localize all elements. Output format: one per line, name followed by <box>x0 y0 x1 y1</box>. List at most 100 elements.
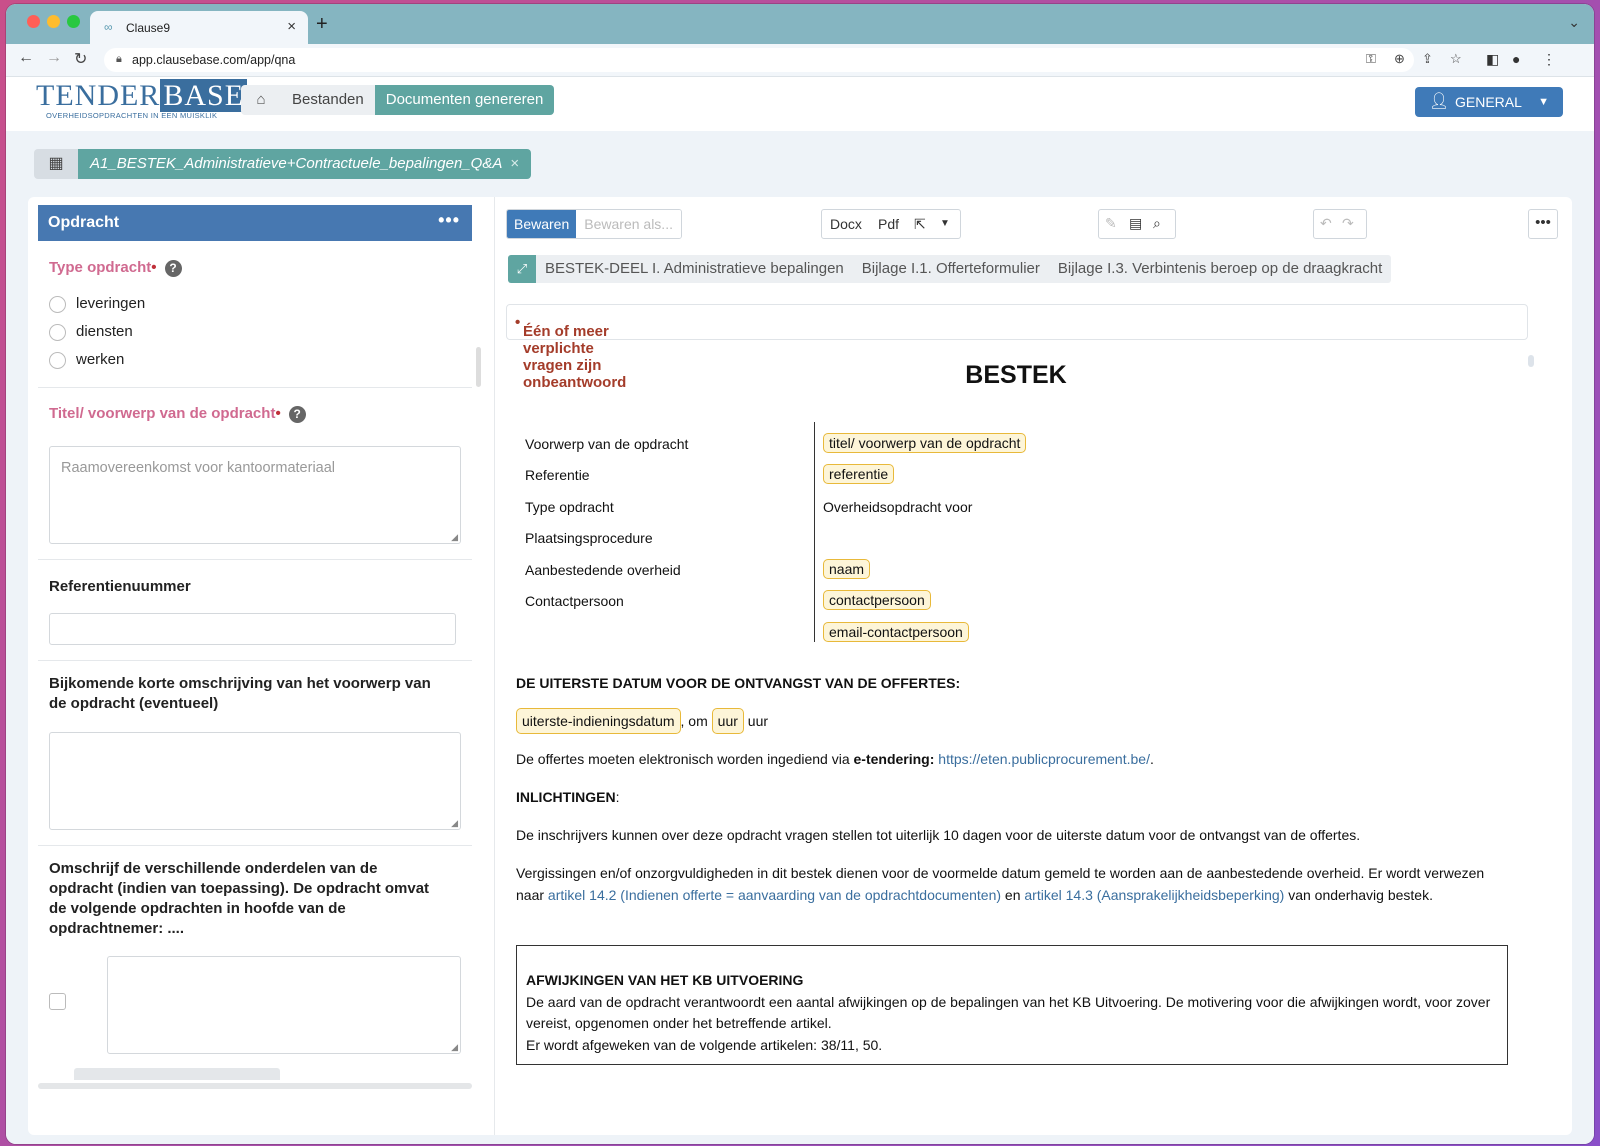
logo[interactable]: TENDER BASE OVERHEIDSOPDRACHTEN IN EEN MU… <box>36 79 248 120</box>
logo-tagline: OVERHEIDSOPDRACHTEN IN EEN MUISKLIK <box>46 111 218 120</box>
resize-handle-icon[interactable]: ◢ <box>451 818 458 829</box>
user-label: GENERAL <box>1455 94 1522 110</box>
url-input[interactable]: 🔒︎ app.clausebase.com/app/qna ⚿ ⊕ ⇪ ☆ <box>104 48 1462 72</box>
document-preview: BESTEK Voorwerp van de opdracht titel/ v… <box>516 347 1526 1127</box>
forward-icon[interactable]: → <box>46 49 62 67</box>
logo-accent: BASE <box>160 79 248 112</box>
maximize-window-button[interactable] <box>67 15 80 28</box>
info-heading: INLICHTINGEN: <box>516 789 620 805</box>
user-menu-button[interactable]: 👤︎ GENERAL ▼ <box>1415 87 1563 117</box>
radio-leveringen[interactable]: leveringen <box>49 295 145 313</box>
radio-werken[interactable]: werken <box>49 351 124 369</box>
part-checkbox[interactable] <box>49 993 66 1010</box>
eraser-icon[interactable]: ✎ <box>1105 215 1117 232</box>
close-tab-icon[interactable]: × <box>287 18 296 35</box>
placeholder-chip[interactable]: contactpersoon <box>823 590 931 610</box>
profile-icon[interactable]: ● <box>1512 51 1520 67</box>
logo-main: TENDER <box>36 79 161 112</box>
menu-icon[interactable]: ⋮ <box>1542 51 1556 68</box>
divider <box>38 845 472 846</box>
help-icon[interactable]: ? <box>164 259 182 277</box>
external-link-icon[interactable]: ⇱ <box>914 216 926 233</box>
radio-diensten[interactable]: diensten <box>49 323 133 341</box>
minimize-window-button[interactable] <box>47 15 60 28</box>
placeholder-chip[interactable]: titel/ voorwerp van de opdracht <box>823 433 1027 453</box>
tab-title: Clause9 <box>126 21 171 35</box>
question-short-desc-label: Bijkomende korte omschrijving van het vo… <box>49 675 431 712</box>
save-as-button[interactable]: Bewaren als... <box>576 210 681 238</box>
docx-button[interactable]: Docx <box>830 216 862 232</box>
back-icon[interactable]: ← <box>18 49 34 67</box>
resize-handle-icon[interactable]: ◢ <box>451 1042 458 1053</box>
home-icon[interactable]: ⌂ <box>241 85 281 115</box>
sidebar-icon[interactable]: ◧ <box>1486 51 1499 68</box>
chevron-down-icon[interactable]: ⌄ <box>1568 14 1580 31</box>
new-tab-icon[interactable]: + <box>316 13 328 36</box>
row-value: Overheidsopdracht voor <box>823 499 973 515</box>
title-input[interactable]: Raamovereenkomst voor kantoormateriaal ◢ <box>49 446 461 544</box>
document-tab[interactable]: A1_BESTEK_Administratieve+Contractuele_b… <box>78 149 532 179</box>
question-type-label: Type opdracht•? <box>49 259 182 277</box>
pdf-button[interactable]: Pdf <box>878 216 899 232</box>
left-scrollbar[interactable] <box>476 347 481 387</box>
save-button[interactable]: Bewaren <box>507 210 577 238</box>
key-icon[interactable]: ⚿ <box>1366 51 1376 67</box>
submit-paragraph: De offertes moeten elektronisch worden i… <box>516 751 1154 767</box>
placeholder-chip[interactable]: uur <box>711 708 744 734</box>
app: TENDER BASE OVERHEIDSOPDRACHTEN IN EEN MU… <box>6 77 1594 1144</box>
view-tools: ✎ ▤ ⌕ <box>1098 209 1176 239</box>
row-label: Type opdracht <box>525 499 614 515</box>
title-placeholder: Raamovereenkomst voor kantoormateriaal <box>61 460 336 476</box>
deviations-heading: AFWIJKINGEN VAN HET KB UITVOERING <box>526 972 804 988</box>
share-icon[interactable]: ⇪ <box>1422 51 1433 67</box>
section-tab-1[interactable]: BESTEK-DEEL I. Administratieve bepalinge… <box>536 255 853 283</box>
panel-divider <box>494 197 495 1135</box>
placeholder-chip[interactable]: uiterste-indieningsdatum <box>516 708 681 734</box>
star-icon[interactable]: ☆ <box>1450 51 1462 67</box>
part-input[interactable]: ◢ <box>107 956 461 1054</box>
expand-icon[interactable]: ⤢ <box>508 255 536 283</box>
article-link-14-2[interactable]: artikel 14.2 (Indienen offerte = aanvaar… <box>548 887 1001 903</box>
section-tabs: ⤢ BESTEK-DEEL I. Administratieve bepalin… <box>508 255 1392 283</box>
close-document-tab-icon[interactable]: × <box>510 155 519 172</box>
help-icon[interactable]: ? <box>288 405 306 423</box>
section-tab-3[interactable]: Bijlage I.3. Verbintenis beroep op de dr… <box>1049 255 1391 283</box>
row-label: Contactpersoon <box>525 593 624 609</box>
nav-generate-documents[interactable]: Documenten genereren <box>374 85 555 115</box>
placeholder-chip[interactable]: email-contactpersoon <box>823 622 969 642</box>
horizontal-scrollbar[interactable] <box>38 1083 472 1089</box>
deadline-line: uiterste-indieningsdatum, om uur uur <box>516 708 1506 734</box>
reload-icon[interactable]: ↻ <box>74 49 87 69</box>
document-scrollbar[interactable] <box>1528 355 1534 367</box>
resize-handle-icon[interactable]: ◢ <box>451 532 458 543</box>
placeholder-chip[interactable]: referentie <box>823 464 895 484</box>
questionnaire-panel: Opdracht ••• Type opdracht•? leveringen … <box>38 205 472 1085</box>
row-label: Plaatsingsprocedure <box>525 530 653 546</box>
deadline-heading: DE UITERSTE DATUM VOOR DE ONTVANGST VAN … <box>516 675 961 691</box>
article-link-14-3[interactable]: artikel 14.3 (Aansprakelijkheidsbeperkin… <box>1024 887 1284 903</box>
partial-button[interactable] <box>74 1068 280 1080</box>
reference-input[interactable] <box>49 613 456 645</box>
document-more-icon[interactable]: ••• <box>1528 209 1558 239</box>
address-bar: ← → ↻ 🔒︎ app.clausebase.com/app/qna ⚿ ⊕ … <box>6 44 1594 77</box>
table-icon[interactable]: ▤ <box>1129 215 1142 232</box>
section-tab-2[interactable]: Bijlage I.1. Offerteformulier <box>853 255 1049 283</box>
url-text: app.clausebase.com/app/qna <box>132 53 296 67</box>
more-options-icon[interactable]: ••• <box>438 210 460 231</box>
grid-icon[interactable]: ▦ <box>34 149 78 179</box>
nav-files[interactable]: Bestanden <box>281 85 375 115</box>
placeholder-chip[interactable]: naam <box>823 559 871 579</box>
undo-icon[interactable]: ↶ <box>1320 215 1332 232</box>
short-desc-input[interactable]: ◢ <box>49 732 461 830</box>
caret-down-icon[interactable]: ▼ <box>940 218 950 229</box>
question-reference-label: Referentienuummer <box>49 578 191 595</box>
browser-tab[interactable]: ∞ Clause9 × <box>90 11 308 44</box>
save-group: Bewaren Bewaren als... <box>506 209 682 239</box>
redo-icon[interactable]: ↷ <box>1342 215 1354 232</box>
divider <box>38 387 472 388</box>
zoom-icon[interactable]: ⊕ <box>1394 51 1405 67</box>
search-icon[interactable]: ⌕ <box>1153 215 1161 232</box>
close-window-button[interactable] <box>27 15 40 28</box>
lock-icon: 🔒︎ <box>116 53 122 65</box>
tender-link[interactable]: https://eten.publicprocurement.be/ <box>938 751 1150 767</box>
